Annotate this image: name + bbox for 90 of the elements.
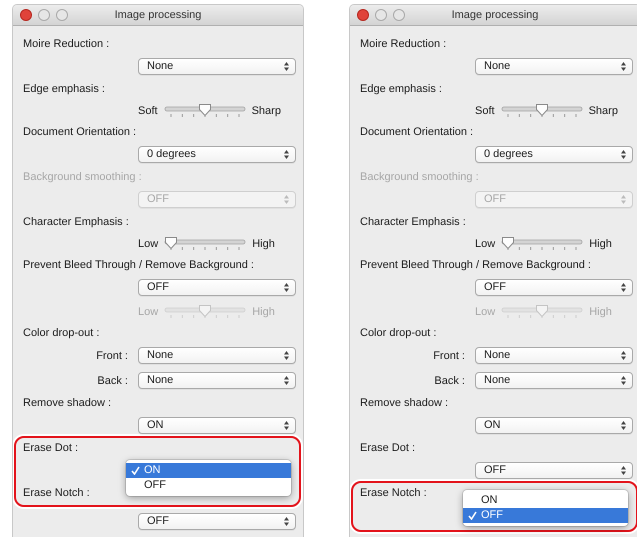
close-button[interactable]	[357, 9, 369, 21]
up-down-arrows-icon	[284, 376, 289, 385]
section-label: Edge emphasis :	[23, 82, 105, 97]
field-label: Back :	[97, 374, 128, 386]
section-label: Background smoothing :	[360, 170, 479, 185]
close-button[interactable]	[20, 9, 32, 21]
section-label: Erase Dot :	[360, 441, 416, 456]
dropdown[interactable]: None	[475, 347, 633, 364]
section-label: Color drop-out :	[360, 326, 436, 341]
slider-max-label: High	[252, 306, 275, 318]
dropdown[interactable]: OFF	[138, 279, 296, 296]
section-label: Erase Notch :	[360, 486, 427, 501]
dropdown[interactable]: None	[138, 347, 296, 364]
section-label: Erase Dot :	[23, 441, 78, 456]
slider-max-label: Sharp	[252, 104, 281, 116]
dropdown[interactable]: None	[475, 372, 633, 389]
section-label: Character Emphasis :	[23, 215, 129, 230]
dropdown[interactable]: 0 degrees	[138, 146, 296, 163]
minimize-button[interactable]	[375, 9, 387, 21]
section-label: Erase Notch :	[23, 486, 90, 501]
slider-min-label: Low	[475, 238, 496, 250]
dropdown[interactable]: OFF	[138, 513, 296, 530]
section-label: Prevent Bleed Through / Remove Background :	[360, 258, 591, 273]
dropdown[interactable]: 0 degrees	[475, 146, 633, 163]
up-down-arrows-icon	[621, 466, 626, 475]
section-label: Moire Reduction :	[360, 37, 446, 52]
slider-min-label: Soft	[475, 104, 495, 116]
section-label: Remove shadow :	[23, 396, 112, 411]
up-down-arrows-icon	[621, 376, 626, 385]
dropdown[interactable]: None	[475, 58, 633, 75]
check-icon	[131, 466, 140, 475]
up-down-arrows-icon	[621, 283, 626, 292]
slider[interactable]	[501, 236, 584, 252]
up-down-arrows-icon	[284, 62, 289, 71]
slider[interactable]	[501, 304, 584, 320]
section-label: Color drop-out :	[23, 326, 100, 341]
up-down-arrows-icon	[621, 351, 626, 360]
menu-option[interactable]: OFF	[126, 478, 291, 493]
up-down-arrows-icon	[621, 195, 626, 204]
up-down-arrows-icon	[621, 150, 626, 159]
slider[interactable]	[164, 102, 246, 118]
zoom-button[interactable]	[393, 9, 405, 21]
slider[interactable]	[164, 304, 246, 320]
window-title: Image processing	[114, 9, 202, 21]
up-down-arrows-icon	[284, 195, 289, 204]
dropdown[interactable]: ON	[138, 417, 296, 434]
field-label: Front :	[433, 350, 465, 362]
field-label: Back :	[434, 374, 465, 386]
window-title: Image processing	[452, 9, 538, 21]
dropdown[interactable]: ON	[475, 417, 633, 434]
dropdown[interactable]: OFF	[475, 462, 633, 479]
dropdown[interactable]: None	[138, 372, 296, 389]
up-down-arrows-icon	[621, 62, 626, 71]
slider[interactable]	[164, 236, 246, 252]
slider-min-label: Low	[138, 238, 158, 250]
slider-min-label: Low	[138, 306, 158, 318]
minimize-button[interactable]	[38, 9, 50, 21]
section-label: Prevent Bleed Through / Remove Background :	[23, 258, 254, 273]
slider-max-label: High	[589, 238, 612, 250]
slider-thumb[interactable]	[534, 102, 549, 116]
slider-max-label: High	[589, 306, 612, 318]
menu-option[interactable]: OFF	[463, 508, 628, 523]
menu-option[interactable]: ON	[463, 493, 628, 508]
section-label: Document Orientation :	[23, 125, 136, 140]
up-down-arrows-icon	[284, 283, 289, 292]
section-label: Document Orientation :	[360, 125, 474, 140]
menu-option[interactable]: ON	[126, 463, 291, 478]
slider-thumb[interactable]	[198, 102, 212, 116]
up-down-arrows-icon	[284, 421, 289, 430]
zoom-button[interactable]	[56, 9, 68, 21]
up-down-arrows-icon	[284, 351, 289, 360]
check-icon	[468, 511, 477, 520]
slider-thumb[interactable]	[501, 236, 516, 250]
slider-min-label: Soft	[138, 104, 158, 116]
up-down-arrows-icon	[621, 421, 626, 430]
slider-min-label: Low	[475, 306, 496, 318]
section-label: Edge emphasis :	[360, 82, 442, 97]
section-label: Remove shadow :	[360, 396, 448, 411]
section-label: Moire Reduction :	[23, 37, 110, 52]
slider[interactable]	[500, 102, 583, 118]
slider-max-label: High	[252, 238, 275, 250]
up-down-arrows-icon	[284, 517, 289, 526]
section-label: Character Emphasis :	[360, 215, 466, 230]
section-label: Background smoothing :	[23, 170, 142, 185]
slider-max-label: Sharp	[588, 104, 618, 116]
slider-thumb[interactable]	[164, 236, 178, 250]
dropdown[interactable]: None	[138, 58, 296, 75]
field-label: Front :	[96, 350, 128, 362]
up-down-arrows-icon	[284, 150, 289, 159]
dropdown[interactable]: OFF	[475, 279, 633, 296]
